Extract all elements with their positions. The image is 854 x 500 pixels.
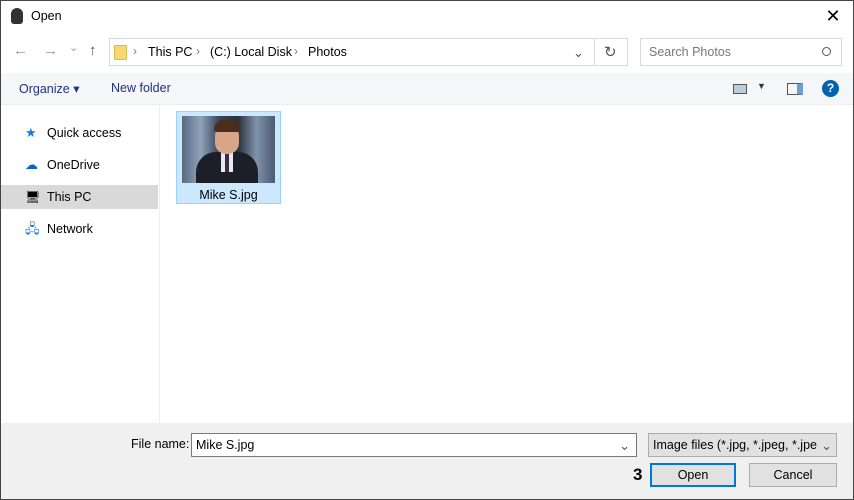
computer-icon: 🖥 — [25, 190, 41, 204]
sidebar-item-label: This PC — [47, 190, 92, 204]
view-dropdown-icon[interactable]: ▼ — [757, 81, 766, 91]
bottom-panel: File name: Mike S.jpg ⌄ Image files (*.j… — [1, 423, 853, 499]
file-type-value: Image files (*.jpg, *.jpeg, *.jpe, * — [653, 438, 818, 452]
organize-button[interactable]: Organize ▾ — [19, 81, 79, 96]
chevron-right-icon: › — [294, 44, 298, 58]
step-marker: 3 — [633, 465, 643, 484]
chevron-down-icon: ⌄ — [821, 438, 832, 453]
file-name-input[interactable]: Mike S.jpg ⌄ — [191, 433, 637, 457]
sidebar-item-onedrive[interactable]: ☁ OneDrive — [1, 153, 158, 177]
sidebar-item-network[interactable]: 🖧 Network — [1, 217, 158, 241]
up-button[interactable]: ↑ — [89, 42, 97, 59]
breadcrumb-photos[interactable]: Photos — [308, 45, 347, 59]
chevron-down-icon[interactable]: ⌄ — [619, 438, 630, 454]
close-button[interactable]: ✕ — [821, 5, 845, 29]
app-icon — [11, 8, 23, 24]
search-input[interactable]: Search Photos — [640, 38, 842, 66]
breadcrumb-local-disk[interactable]: (C:) Local Disk — [210, 45, 292, 59]
refresh-button[interactable]: ↻ — [604, 43, 617, 61]
sidebar-item-this-pc[interactable]: 🖥 This PC — [1, 185, 158, 209]
back-button[interactable]: ← — [13, 42, 28, 59]
file-item[interactable]: Mike S.jpg — [176, 111, 281, 204]
star-icon: ★ — [25, 125, 37, 140]
help-button[interactable]: ? — [822, 80, 839, 97]
search-placeholder: Search Photos — [649, 45, 731, 59]
cloud-icon: ☁ — [25, 157, 38, 172]
sidebar-item-label: Network — [47, 222, 93, 236]
open-button[interactable]: Open — [650, 463, 736, 487]
chevron-right-icon: › — [196, 44, 200, 58]
title-bar: Open ✕ — [1, 1, 853, 33]
breadcrumb-this-pc[interactable]: This PC — [148, 45, 192, 59]
view-options-icon[interactable] — [733, 84, 747, 94]
file-name-value: Mike S.jpg — [196, 438, 255, 452]
address-bar[interactable]: › This PC › (C:) Local Disk › Photos ⌄ ↻ — [109, 38, 628, 66]
file-type-select[interactable]: Image files (*.jpg, *.jpeg, *.jpe, * ⌄ — [648, 433, 837, 457]
folder-icon — [114, 45, 127, 60]
search-icon — [822, 47, 831, 56]
chevron-right-icon: › — [133, 44, 137, 58]
sidebar-item-label: Quick access — [47, 126, 122, 140]
recent-locations-button[interactable]: ⌄ — [69, 41, 78, 54]
cancel-button[interactable]: Cancel — [749, 463, 837, 487]
sidebar-item-quick-access[interactable]: ★ Quick access — [1, 121, 158, 145]
network-icon: 🖧 — [25, 221, 40, 236]
address-dropdown-button[interactable]: ⌄ — [573, 45, 584, 61]
file-name-label: File name: — [131, 437, 190, 451]
navigation-pane: ★ Quick access ☁ OneDrive 🖥 This PC 🖧 Ne… — [1, 105, 160, 423]
window-title: Open — [31, 9, 62, 23]
divider — [594, 39, 595, 65]
preview-pane-icon[interactable] — [787, 83, 803, 95]
file-thumbnail — [182, 116, 275, 183]
toolbar: Organize ▾ New folder ▼ ? — [1, 73, 853, 105]
open-dialog: Open ✕ ← → ⌄ ↑ › This PC › (C:) Local Di… — [0, 0, 854, 500]
forward-button[interactable]: → — [43, 42, 58, 59]
new-folder-button[interactable]: New folder — [111, 81, 171, 95]
file-name: Mike S.jpg — [199, 188, 258, 202]
sidebar-item-label: OneDrive — [47, 158, 100, 172]
